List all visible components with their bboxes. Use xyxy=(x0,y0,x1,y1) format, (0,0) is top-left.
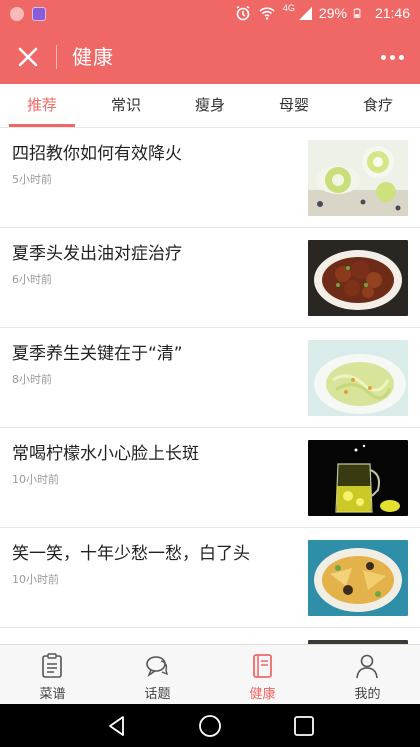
article-row[interactable]: 四招教你如何有效降火 5小时前 xyxy=(0,128,420,228)
status-left-icons xyxy=(10,7,46,21)
alarm-icon xyxy=(236,5,250,21)
article-time: 8小时前 xyxy=(12,373,52,386)
article-row[interactable]: 夏季头发出油对症治疗 6小时前 xyxy=(0,228,420,328)
tab-maternal[interactable]: 母婴 xyxy=(252,84,336,128)
article-thumbnail-image xyxy=(308,240,408,316)
article-time: 10小时前 xyxy=(12,573,59,586)
article-row[interactable]: 笑一笑，十年少愁一愁，白了头 10小时前 xyxy=(0,528,420,628)
tab-diet-therapy[interactable]: 食疗 xyxy=(336,84,420,128)
active-tab-indicator xyxy=(9,124,75,127)
status-bar: 4G 29% 21:46 xyxy=(0,0,420,30)
health-book-icon xyxy=(253,654,272,678)
signal-icon xyxy=(298,7,312,20)
article-time: 6小时前 xyxy=(12,273,52,286)
clock: 21:46 xyxy=(374,5,410,21)
notification-icon xyxy=(10,7,24,21)
network-type: 4G xyxy=(282,3,295,13)
article-title: 夏季养生关键在于“清” xyxy=(12,344,183,364)
article-thumbnail-image xyxy=(308,340,408,416)
article-title: 常喝柠檬水小心脸上长斑 xyxy=(12,444,199,464)
article-time: 10小时前 xyxy=(12,473,59,486)
nav-label: 健康 xyxy=(249,687,276,702)
title-bar: 健康 xyxy=(0,30,420,84)
tab-knowledge[interactable]: 常识 xyxy=(84,84,168,128)
article-row[interactable] xyxy=(0,628,420,644)
nav-health[interactable]: 健康 xyxy=(210,645,315,705)
nav-topics[interactable]: 话题 xyxy=(105,645,210,705)
tab-slimming[interactable]: 瘦身 xyxy=(168,84,252,128)
recents-icon[interactable] xyxy=(292,714,316,738)
close-icon[interactable] xyxy=(14,43,42,71)
article-time: 5小时前 xyxy=(12,173,52,186)
page-title: 健康 xyxy=(72,45,114,69)
tab-recommend[interactable]: 推荐 xyxy=(0,84,84,128)
nav-label: 我的 xyxy=(354,687,381,702)
nav-label: 话题 xyxy=(144,687,171,702)
nav-profile[interactable]: 我的 xyxy=(315,645,420,705)
battery-icon xyxy=(353,8,361,18)
topic-icon xyxy=(146,656,169,677)
app-icon xyxy=(32,7,46,21)
article-list: 四招教你如何有效降火 5小时前 夏季头发出油对症治疗 6小时前 夏季养生关键在于… xyxy=(0,128,420,644)
article-title: 夏季头发出油对症治疗 xyxy=(12,244,182,264)
article-thumbnail-image xyxy=(308,540,408,616)
battery-level: 29% xyxy=(318,5,347,21)
nav-label: 菜谱 xyxy=(39,687,66,702)
bottom-nav: 菜谱 话题 健康 我的 xyxy=(0,644,420,704)
nav-recipes[interactable]: 菜谱 xyxy=(0,645,105,705)
article-row[interactable]: 常喝柠檬水小心脸上长斑 10小时前 xyxy=(0,428,420,528)
status-right: 4G 29% 21:46 xyxy=(235,3,410,21)
home-icon[interactable] xyxy=(198,714,222,738)
article-thumbnail-image xyxy=(308,440,408,516)
system-nav-bar xyxy=(0,704,420,747)
article-row[interactable]: 夏季养生关键在于“清” 8小时前 xyxy=(0,328,420,428)
article-title: 四招教你如何有效降火 xyxy=(12,144,182,164)
wifi-icon xyxy=(259,7,275,20)
category-tabs: 推荐 常识 瘦身 母婴 食疗 xyxy=(0,84,420,128)
profile-icon xyxy=(356,654,378,679)
recipe-icon xyxy=(42,653,62,678)
article-title: 笑一笑，十年少愁一愁，白了头 xyxy=(12,544,250,564)
back-icon[interactable] xyxy=(105,714,129,738)
article-thumbnail-image xyxy=(308,140,408,216)
more-icon[interactable] xyxy=(376,44,408,70)
title-divider xyxy=(56,45,57,69)
